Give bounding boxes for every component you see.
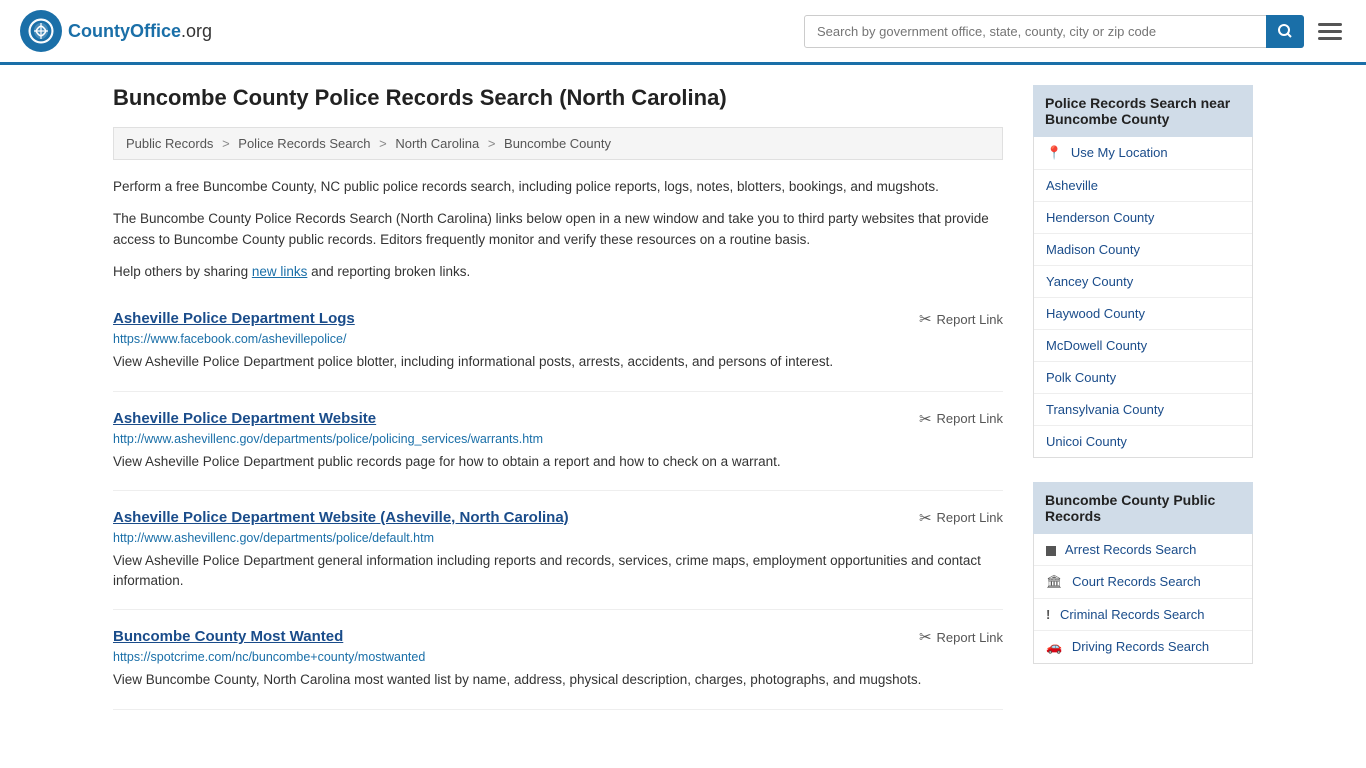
result-header: Asheville Police Department Logs ✂ Repor… <box>113 310 1003 328</box>
result-title-1[interactable]: Asheville Police Department Logs <box>113 310 355 327</box>
result-desc-3: View Asheville Police Department general… <box>113 551 1003 592</box>
sidebar-link-unicoi[interactable]: Unicoi County <box>1046 434 1127 449</box>
menu-bar-2 <box>1318 30 1342 33</box>
pillar-icon: 🏛 <box>1046 574 1063 589</box>
result-url-3: http://www.ashevillenc.gov/departments/p… <box>113 531 1003 545</box>
result-header: Asheville Police Department Website ✂ Re… <box>113 410 1003 428</box>
sidebar-item-driving-records[interactable]: 🚗 Driving Records Search <box>1034 631 1252 663</box>
result-url-1: https://www.facebook.com/ashevillepolice… <box>113 332 1003 346</box>
sidebar-item-yancey[interactable]: Yancey County <box>1034 266 1252 298</box>
sidebar-item-transylvania[interactable]: Transylvania County <box>1034 394 1252 426</box>
sidebar-link-driving-records[interactable]: Driving Records Search <box>1072 639 1209 654</box>
result-url-4: https://spotcrime.com/nc/buncombe+county… <box>113 650 1003 664</box>
sidebar-link-use-my-location[interactable]: Use My Location <box>1071 145 1168 160</box>
result-title-2[interactable]: Asheville Police Department Website <box>113 410 376 427</box>
logo-text: CountyOffice.org <box>68 21 212 42</box>
sidebar-item-use-my-location[interactable]: 📍 Use My Location <box>1034 137 1252 170</box>
breadcrumb-north-carolina[interactable]: North Carolina <box>395 136 479 151</box>
results-list: Asheville Police Department Logs ✂ Repor… <box>113 292 1003 709</box>
report-link-button-3[interactable]: ✂ Report Link <box>899 509 1003 527</box>
menu-bar-3 <box>1318 37 1342 40</box>
sidebar-item-henderson[interactable]: Henderson County <box>1034 202 1252 234</box>
page-title: Buncombe County Police Records Search (N… <box>113 85 1003 111</box>
result-desc-2: View Asheville Police Department public … <box>113 452 1003 472</box>
desc-para-2: The Buncombe County Police Records Searc… <box>113 208 1003 251</box>
result-title-4[interactable]: Buncombe County Most Wanted <box>113 628 343 645</box>
sidebar-item-polk[interactable]: Polk County <box>1034 362 1252 394</box>
result-url-2: http://www.ashevillenc.gov/departments/p… <box>113 432 1003 446</box>
description: Perform a free Buncombe County, NC publi… <box>113 176 1003 282</box>
search-wrapper <box>804 15 1304 48</box>
sidebar: Police Records Search near Buncombe Coun… <box>1033 85 1253 710</box>
sidebar-item-mcdowell[interactable]: McDowell County <box>1034 330 1252 362</box>
logo-area: CountyOffice.org <box>20 10 212 52</box>
sidebar-nearby-header: Police Records Search near Buncombe Coun… <box>1033 85 1253 137</box>
sidebar-link-criminal-records[interactable]: Criminal Records Search <box>1060 607 1205 622</box>
result-desc-1: View Asheville Police Department police … <box>113 352 1003 372</box>
result-item: Asheville Police Department Website ✂ Re… <box>113 392 1003 491</box>
header: CountyOffice.org <box>0 0 1366 65</box>
desc-para-1: Perform a free Buncombe County, NC publi… <box>113 176 1003 198</box>
sidebar-item-haywood[interactable]: Haywood County <box>1034 298 1252 330</box>
search-input[interactable] <box>804 15 1304 48</box>
sidebar-link-court-records[interactable]: Court Records Search <box>1072 574 1201 589</box>
content-area: Buncombe County Police Records Search (N… <box>113 85 1003 710</box>
search-button[interactable] <box>1266 15 1304 48</box>
breadcrumb: Public Records > Police Records Search >… <box>113 127 1003 160</box>
header-right <box>804 15 1346 48</box>
sidebar-public-records-header: Buncombe County Public Records <box>1033 482 1253 534</box>
breadcrumb-sep-3: > <box>488 136 496 151</box>
sidebar-item-asheville[interactable]: Asheville <box>1034 170 1252 202</box>
report-icon-4: ✂ <box>919 628 932 646</box>
sidebar-public-records-list: Arrest Records Search 🏛 Court Records Se… <box>1033 534 1253 664</box>
sidebar-link-madison[interactable]: Madison County <box>1046 242 1140 257</box>
result-desc-4: View Buncombe County, North Carolina mos… <box>113 670 1003 690</box>
sidebar-link-asheville[interactable]: Asheville <box>1046 178 1098 193</box>
result-item: Asheville Police Department Logs ✂ Repor… <box>113 292 1003 391</box>
result-item: Asheville Police Department Website (Ash… <box>113 491 1003 611</box>
report-link-button-2[interactable]: ✂ Report Link <box>899 410 1003 428</box>
sidebar-item-criminal-records[interactable]: ! Criminal Records Search <box>1034 599 1252 631</box>
result-item: Buncombe County Most Wanted ✂ Report Lin… <box>113 610 1003 709</box>
breadcrumb-sep-1: > <box>222 136 230 151</box>
sidebar-link-yancey[interactable]: Yancey County <box>1046 274 1133 289</box>
new-links-link[interactable]: new links <box>252 264 308 279</box>
sidebar-link-mcdowell[interactable]: McDowell County <box>1046 338 1147 353</box>
square-icon <box>1046 546 1056 556</box>
search-icon <box>1277 23 1293 39</box>
sidebar-item-unicoi[interactable]: Unicoi County <box>1034 426 1252 457</box>
sidebar-nearby-list: 📍 Use My Location Asheville Henderson Co… <box>1033 137 1253 458</box>
sidebar-public-records-section: Buncombe County Public Records Arrest Re… <box>1033 482 1253 664</box>
main-container: Buncombe County Police Records Search (N… <box>83 65 1283 730</box>
breadcrumb-police-records-search[interactable]: Police Records Search <box>238 136 370 151</box>
sidebar-item-arrest-records[interactable]: Arrest Records Search <box>1034 534 1252 566</box>
sidebar-link-polk[interactable]: Polk County <box>1046 370 1116 385</box>
logo-icon <box>20 10 62 52</box>
menu-bar-1 <box>1318 23 1342 26</box>
report-link-button-1[interactable]: ✂ Report Link <box>899 310 1003 328</box>
desc-para-3: Help others by sharing new links and rep… <box>113 261 1003 283</box>
breadcrumb-public-records[interactable]: Public Records <box>126 136 213 151</box>
report-icon-1: ✂ <box>919 310 932 328</box>
menu-button[interactable] <box>1314 15 1346 48</box>
breadcrumb-buncombe-county[interactable]: Buncombe County <box>504 136 611 151</box>
car-icon: 🚗 <box>1046 639 1062 654</box>
report-icon-3: ✂ <box>919 509 932 527</box>
exclaim-icon: ! <box>1046 607 1050 622</box>
result-header: Asheville Police Department Website (Ash… <box>113 509 1003 527</box>
result-title-3[interactable]: Asheville Police Department Website (Ash… <box>113 509 569 526</box>
report-icon-2: ✂ <box>919 410 932 428</box>
sidebar-link-henderson[interactable]: Henderson County <box>1046 210 1154 225</box>
result-header: Buncombe County Most Wanted ✂ Report Lin… <box>113 628 1003 646</box>
sidebar-item-court-records[interactable]: 🏛 Court Records Search <box>1034 566 1252 599</box>
sidebar-link-transylvania[interactable]: Transylvania County <box>1046 402 1164 417</box>
sidebar-link-arrest-records[interactable]: Arrest Records Search <box>1065 542 1197 557</box>
sidebar-item-madison[interactable]: Madison County <box>1034 234 1252 266</box>
sidebar-nearby-section: Police Records Search near Buncombe Coun… <box>1033 85 1253 458</box>
report-link-button-4[interactable]: ✂ Report Link <box>899 628 1003 646</box>
breadcrumb-sep-2: > <box>379 136 387 151</box>
sidebar-link-haywood[interactable]: Haywood County <box>1046 306 1145 321</box>
location-icon: 📍 <box>1046 145 1062 160</box>
